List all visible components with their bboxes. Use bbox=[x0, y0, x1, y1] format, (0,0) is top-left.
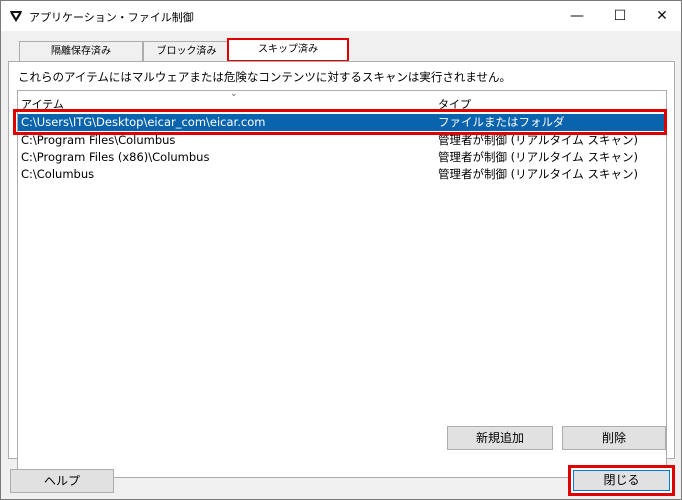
app-file-control-window: アプリケーション・ファイル制御 — ☐ ✕ 隔離保存済み ブロック済み スキップ… bbox=[0, 0, 682, 500]
tab-panel: これらのアイテムにはマルウェアまたは危険なコンテンツに対するスキャンは実行されま… bbox=[8, 61, 675, 478]
add-new-button[interactable]: 新規追加 bbox=[447, 426, 553, 450]
item-type: ファイルまたはフォルダ bbox=[438, 115, 565, 129]
list-header: ⌄ アイテム タイプ bbox=[18, 89, 666, 112]
tab-blocked[interactable]: ブロック済み bbox=[143, 41, 230, 62]
item-type: 管理者が制御 (リアルタイム スキャン) bbox=[438, 133, 638, 147]
list-item[interactable]: C:\Program Files (x86)\Columbus 管理者が制御 (… bbox=[18, 149, 666, 166]
close-button[interactable]: 閉じる bbox=[568, 465, 675, 496]
close-button-label: 閉じる bbox=[573, 470, 670, 491]
help-button[interactable]: ヘルプ bbox=[10, 469, 114, 493]
item-type: 管理者が制御 (リアルタイム スキャン) bbox=[438, 150, 638, 164]
sort-chevron-icon: ⌄ bbox=[230, 89, 238, 99]
close-window-button[interactable]: ✕ bbox=[639, 1, 682, 31]
column-header-type[interactable]: タイプ bbox=[438, 96, 471, 112]
list-item[interactable]: C:\Users\ITG\Desktop\eicar_com\eicar.com… bbox=[18, 114, 666, 131]
maximize-button[interactable]: ☐ bbox=[597, 1, 643, 31]
tab-quarantined[interactable]: 隔離保存済み bbox=[19, 41, 143, 62]
minimize-button[interactable]: — bbox=[554, 1, 600, 31]
item-path: C:\Users\ITG\Desktop\eicar_com\eicar.com bbox=[21, 115, 266, 129]
description-text: これらのアイテムにはマルウェアまたは危険なコンテンツに対するスキャンは実行されま… bbox=[18, 70, 511, 84]
tab-skipped[interactable]: スキップ済み bbox=[227, 38, 349, 62]
window-title: アプリケーション・ファイル制御 bbox=[29, 11, 194, 24]
shield-icon bbox=[10, 11, 22, 22]
item-path: C:\Program Files\Columbus bbox=[21, 133, 176, 147]
delete-button[interactable]: 削除 bbox=[562, 426, 666, 450]
title-bar: アプリケーション・ファイル制御 — ☐ ✕ bbox=[1, 1, 681, 31]
item-type: 管理者が制御 (リアルタイム スキャン) bbox=[438, 167, 638, 181]
list-item[interactable]: C:\Program Files\Columbus 管理者が制御 (リアルタイム… bbox=[18, 132, 666, 149]
column-header-item[interactable]: アイテム bbox=[21, 96, 64, 112]
items-list: ⌄ アイテム タイプ C:\Users\ITG\Desktop\eicar_co… bbox=[17, 89, 667, 478]
item-path: C:\Columbus bbox=[21, 167, 95, 181]
list-item[interactable]: C:\Columbus 管理者が制御 (リアルタイム スキャン) bbox=[18, 166, 666, 183]
item-path: C:\Program Files (x86)\Columbus bbox=[21, 150, 210, 164]
